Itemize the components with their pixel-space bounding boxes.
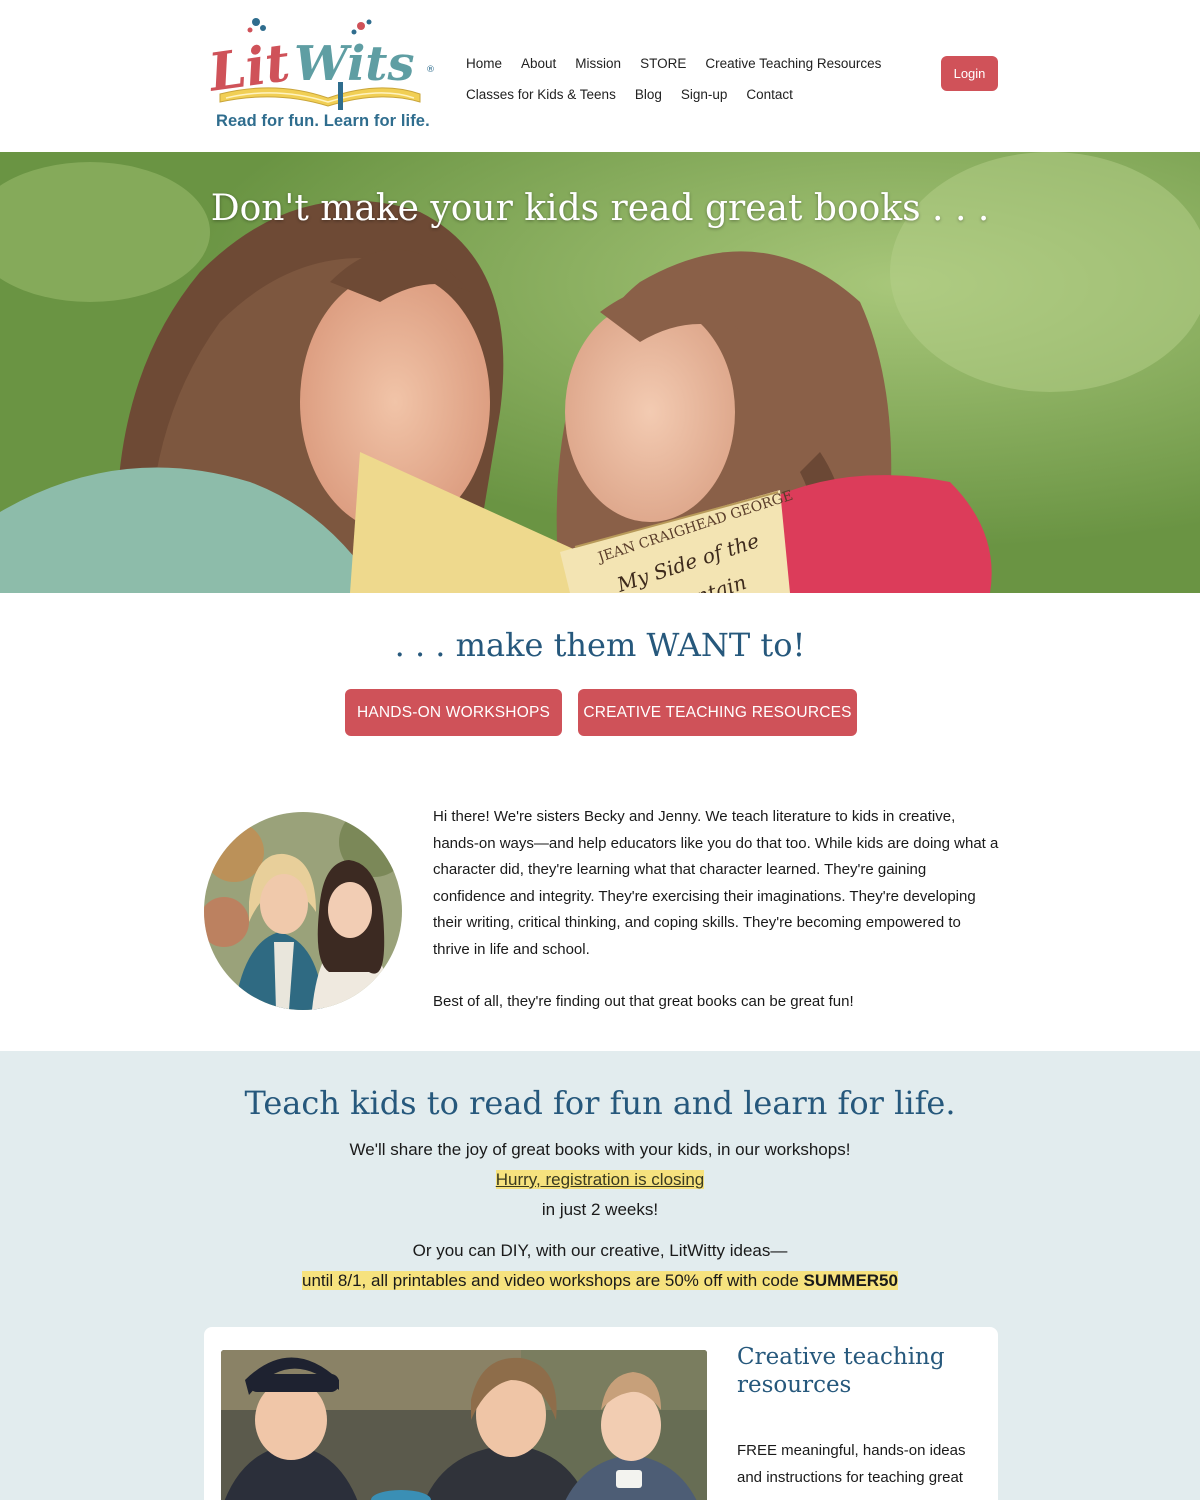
- hands-on-workshops-button[interactable]: HANDS-ON WORKSHOPS: [345, 689, 562, 736]
- nav-creative-teaching-resources[interactable]: Creative Teaching Resources: [705, 56, 881, 71]
- logo-tagline: Read for fun. Learn for life.: [216, 112, 430, 130]
- promo-line: until 8/1, all printables and video work…: [0, 1271, 1200, 1291]
- card-text: FREE meaningful, hands-on ideas and inst…: [737, 1442, 966, 1486]
- promo-text: until 8/1, all printables and video work…: [302, 1271, 804, 1290]
- site-header: Lit Wits ® Read for fun. Learn for life.…: [0, 0, 1200, 152]
- nav-contact[interactable]: Contact: [746, 87, 793, 102]
- logo-wordmark: Lit Wits ®: [206, 18, 435, 110]
- teach-line-3: Or you can DIY, with our creative, LitWi…: [412, 1241, 788, 1260]
- nav-store[interactable]: STORE: [640, 56, 686, 71]
- teach-line-2: in just 2 weeks!: [541, 1200, 659, 1219]
- registration-line: Hurry, registration is closing: [0, 1170, 1200, 1190]
- creative-teaching-resources-button[interactable]: CREATIVE TEACHING RESOURCES: [578, 689, 857, 736]
- main-nav: Home About Mission STORE Creative Teachi…: [466, 48, 906, 110]
- promo-code: SUMMER50: [803, 1271, 898, 1290]
- nav-about[interactable]: About: [521, 56, 556, 71]
- hero-banner: JEAN CRAIGHEAD GEORGE My Side of the Mou…: [0, 152, 1200, 593]
- teach-line-1: We'll share the joy of great books with …: [349, 1140, 851, 1159]
- promo-highlight: until 8/1, all printables and video work…: [302, 1271, 898, 1290]
- login-button[interactable]: Login: [941, 56, 998, 91]
- nav-row-1: Home About Mission STORE Creative Teachi…: [466, 48, 906, 79]
- nav-row-2: Classes for Kids & Teens Blog Sign-up Co…: [466, 79, 906, 110]
- cta-row: HANDS-ON WORKSHOPS CREATIVE TEACHING RES…: [345, 689, 857, 736]
- nav-classes[interactable]: Classes for Kids & Teens: [466, 87, 616, 102]
- nav-home[interactable]: Home: [466, 56, 502, 71]
- teach-heading: Teach kids to read for fun and learn for…: [244, 1084, 956, 1122]
- tagline-heading: . . . make them WANT to!: [394, 626, 806, 664]
- intro-paragraph-2: Best of all, they're finding out that gr…: [433, 993, 854, 1010]
- intro-paragraph-1: Hi there! We're sisters Becky and Jenny.…: [433, 808, 999, 958]
- svg-text:Lit: Lit: [206, 32, 293, 104]
- kids-photo: [221, 1350, 707, 1500]
- card-title: Creative teaching resources: [737, 1344, 945, 1398]
- registration-link[interactable]: Hurry, registration is closing: [495, 1170, 705, 1189]
- sisters-photo: [204, 812, 402, 1010]
- nav-blog[interactable]: Blog: [635, 87, 662, 102]
- svg-text:®: ®: [426, 65, 435, 75]
- resources-card: Creative teaching resources FREE meaning…: [204, 1327, 998, 1500]
- intro-text: Hi there! We're sisters Becky and Jenny.…: [433, 804, 1001, 1016]
- litwits-logo[interactable]: Lit Wits ® Read for fun. Learn for life.: [206, 14, 440, 134]
- nav-mission[interactable]: Mission: [575, 56, 621, 71]
- sisters-photo-image: [204, 812, 402, 1010]
- hero-title: Don't make your kids read great books . …: [210, 188, 990, 229]
- nav-signup[interactable]: Sign-up: [681, 87, 728, 102]
- svg-text:Wits: Wits: [294, 36, 415, 92]
- kids-photo-image: [221, 1350, 707, 1500]
